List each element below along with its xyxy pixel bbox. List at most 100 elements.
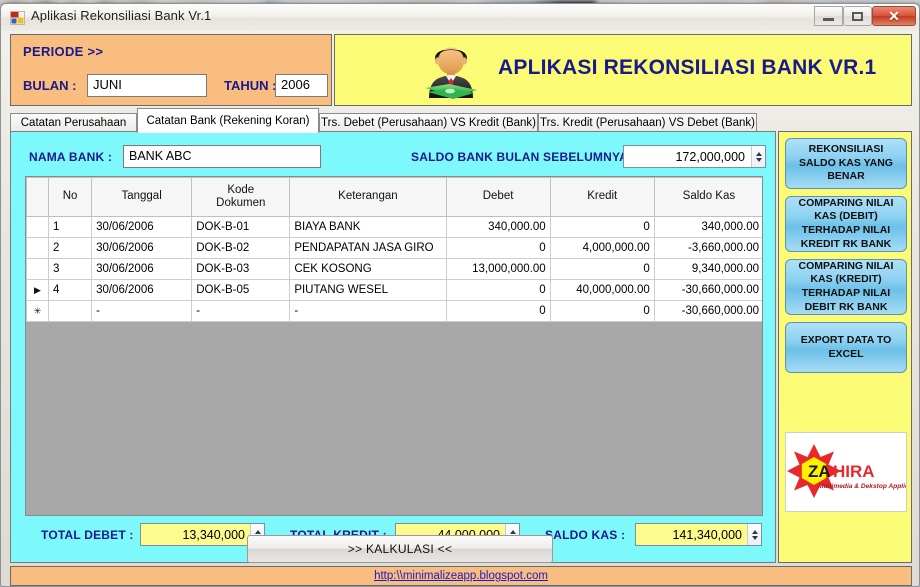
col-header-keterangan[interactable]: Keterangan bbox=[289, 177, 447, 217]
cell-keterangan[interactable]: PIUTANG WESEL bbox=[289, 279, 447, 301]
col-header-debet[interactable]: Debet bbox=[445, 177, 551, 217]
cell-keterangan[interactable]: PENDAPATAN JASA GIRO bbox=[289, 237, 447, 259]
cell-no[interactable]: 4 bbox=[48, 279, 93, 301]
saldo-bank-value: 172,000,000 bbox=[675, 149, 745, 164]
table-row[interactable]: 3 30/06/2006 DOK-B-03 CEK KOSONG 13,000,… bbox=[26, 258, 762, 280]
saldo-spinner[interactable] bbox=[751, 146, 765, 167]
cell-tanggal[interactable]: 30/06/2006 bbox=[91, 258, 193, 280]
cell-tanggal[interactable]: 30/06/2006 bbox=[91, 237, 193, 259]
zahira-logo: ZA HIRA Multimedia & Dekstop Application bbox=[785, 432, 907, 512]
minimize-button[interactable] bbox=[814, 6, 843, 26]
banner-title: APLIKASI REKONSILIASI BANK VR.1 bbox=[498, 56, 877, 79]
cell-kredit[interactable]: 0 bbox=[549, 216, 655, 238]
cell-saldo[interactable]: -3,660,000.00 bbox=[653, 237, 762, 259]
rekonsiliasi-saldo-kas-button[interactable]: REKONSILIASI SALDO KAS YANG BENAR bbox=[785, 138, 907, 189]
cell-kode[interactable]: DOK-B-03 bbox=[191, 258, 291, 280]
spinner-down-icon[interactable] bbox=[755, 157, 762, 162]
cell-kode[interactable]: - bbox=[191, 300, 291, 322]
tahun-label: TAHUN : bbox=[224, 78, 277, 93]
vb-form-icon bbox=[10, 11, 25, 25]
spinner-up-icon[interactable] bbox=[751, 529, 758, 534]
action-sidebar: REKONSILIASI SALDO KAS YANG BENAR COMPAR… bbox=[778, 131, 912, 563]
cell-keterangan[interactable]: CEK KOSONG bbox=[289, 258, 447, 280]
spinner-up-icon[interactable] bbox=[509, 529, 516, 534]
cell-debet-selected[interactable]: 0 bbox=[445, 279, 551, 301]
periode-label: PERIODE >> bbox=[23, 44, 104, 59]
table-row[interactable]: ▶ 4 30/06/2006 DOK-B-05 PIUTANG WESEL 0 … bbox=[26, 279, 762, 301]
new-row-selector[interactable]: ✳ bbox=[26, 300, 50, 322]
cell-kredit[interactable]: 4,000,000.00 bbox=[549, 237, 655, 259]
cell-keterangan[interactable]: BIAYA BANK bbox=[289, 216, 447, 238]
grid-rowselector-header bbox=[26, 177, 50, 217]
row-selector[interactable] bbox=[26, 216, 50, 238]
comparing-debit-button[interactable]: COMPARING NILAI KAS (DEBIT) TERHADAP NIL… bbox=[785, 196, 907, 252]
col-header-kredit[interactable]: Kredit bbox=[549, 177, 655, 217]
cell-debet[interactable]: 0 bbox=[445, 300, 551, 322]
tahun-input[interactable]: 2006 bbox=[275, 74, 328, 97]
cell-tanggal[interactable]: 30/06/2006 bbox=[91, 279, 193, 301]
cell-saldo[interactable]: 340,000.00 bbox=[653, 216, 762, 238]
cell-debet[interactable]: 13,000,000.00 bbox=[445, 258, 551, 280]
maximize-button[interactable] bbox=[843, 6, 872, 26]
cell-kredit[interactable]: 0 bbox=[549, 258, 655, 280]
cell-keterangan[interactable]: - bbox=[289, 300, 447, 322]
window-content: PERIODE >> BULAN : JUNI TAHUN : 2006 APL… bbox=[7, 32, 915, 586]
cell-saldo[interactable]: -30,660,000.00 bbox=[653, 279, 762, 301]
close-icon: ✕ bbox=[888, 7, 900, 24]
cell-kredit[interactable]: 40,000,000.00 bbox=[549, 279, 655, 301]
cell-kode[interactable]: DOK-B-05 bbox=[191, 279, 291, 301]
blog-link[interactable]: http:\\minimalizeapp.blogspot.com bbox=[374, 570, 548, 582]
businessman-with-money-icon bbox=[425, 47, 477, 99]
col-header-kode-line2: Dokumen bbox=[216, 197, 266, 209]
periode-panel: PERIODE >> BULAN : JUNI TAHUN : 2006 bbox=[10, 34, 332, 106]
cell-kredit[interactable]: 0 bbox=[549, 300, 655, 322]
minimize-icon bbox=[823, 17, 834, 21]
bulan-input[interactable]: JUNI bbox=[87, 74, 207, 97]
col-header-kode-dokumen[interactable]: Kode Dokumen bbox=[191, 177, 291, 217]
cell-debet[interactable]: 340,000.00 bbox=[445, 216, 551, 238]
current-row-arrow-icon: ▶ bbox=[34, 285, 41, 295]
col-header-saldo-kas[interactable]: Saldo Kas bbox=[653, 177, 762, 217]
cell-tanggal[interactable]: - bbox=[91, 300, 193, 322]
spinner-up-icon[interactable] bbox=[755, 151, 762, 156]
export-to-excel-button[interactable]: EXPORT DATA TO EXCEL bbox=[785, 322, 907, 373]
maximize-icon bbox=[852, 11, 863, 21]
row-selector[interactable] bbox=[26, 258, 50, 280]
cell-no[interactable] bbox=[48, 300, 93, 322]
cell-saldo[interactable]: 9,340,000.00 bbox=[653, 258, 762, 280]
spinner-down-icon[interactable] bbox=[751, 535, 758, 540]
cell-no[interactable]: 1 bbox=[48, 216, 93, 238]
cell-kode[interactable]: DOK-B-01 bbox=[191, 216, 291, 238]
kalkulasi-button[interactable]: >> KALKULASI << bbox=[247, 535, 553, 563]
col-header-kode-line1: Kode bbox=[227, 183, 255, 196]
cell-tanggal[interactable]: 30/06/2006 bbox=[91, 216, 193, 238]
tab-trs-debet-vs-kredit[interactable]: Trs. Debet (Perusahaan) VS Kredit (Bank) bbox=[319, 113, 538, 132]
cell-debet[interactable]: 0 bbox=[445, 237, 551, 259]
cell-no[interactable]: 2 bbox=[48, 237, 93, 259]
col-header-tanggal[interactable]: Tanggal bbox=[91, 177, 193, 217]
spinner-up-icon[interactable] bbox=[254, 529, 261, 534]
logo-tagline: Multimedia & Dekstop Application bbox=[818, 483, 907, 490]
tab-catatan-perusahaan[interactable]: Catatan Perusahaan bbox=[10, 113, 137, 132]
table-row-new[interactable]: ✳ - - - 0 0 -30,660,000.00 bbox=[26, 300, 762, 322]
saldo-kas-spinner[interactable] bbox=[747, 524, 761, 545]
table-row[interactable]: 2 30/06/2006 DOK-B-02 PENDAPATAN JASA GI… bbox=[26, 237, 762, 259]
main-panel: NAMA BANK : BANK ABC SALDO BANK BULAN SE… bbox=[10, 131, 776, 563]
tab-catatan-bank[interactable]: Catatan Bank (Rekening Koran) bbox=[137, 108, 319, 133]
tab-trs-kredit-vs-debet[interactable]: Trs. Kredit (Perusahaan) VS Debet (Bank) bbox=[538, 113, 757, 132]
nama-bank-input[interactable]: BANK ABC bbox=[123, 145, 321, 168]
transaction-grid[interactable]: No Tanggal Kode Dokumen Keterangan Debet… bbox=[25, 176, 763, 516]
saldo-bank-input[interactable]: 172,000,000 bbox=[623, 145, 766, 168]
close-button[interactable]: ✕ bbox=[872, 6, 916, 26]
col-header-no[interactable]: No bbox=[48, 177, 93, 217]
row-selector-current[interactable]: ▶ bbox=[26, 279, 50, 301]
table-row[interactable]: 1 30/06/2006 DOK-B-01 BIAYA BANK 340,000… bbox=[26, 216, 762, 238]
cell-no[interactable]: 3 bbox=[48, 258, 93, 280]
saldo-kas-field[interactable]: 141,340,000 bbox=[635, 523, 762, 546]
application-window: Aplikasi Rekonsiliasi Bank Vr.1 ✕ PERIOD… bbox=[0, 3, 920, 587]
row-selector[interactable] bbox=[26, 237, 50, 259]
cell-saldo[interactable]: -30,660,000.00 bbox=[653, 300, 762, 322]
saldo-kas-value: 141,340,000 bbox=[672, 527, 742, 542]
cell-kode[interactable]: DOK-B-02 bbox=[191, 237, 291, 259]
comparing-kredit-button[interactable]: COMPARING NILAI KAS (KREDIT) TERHADAP NI… bbox=[785, 259, 907, 315]
